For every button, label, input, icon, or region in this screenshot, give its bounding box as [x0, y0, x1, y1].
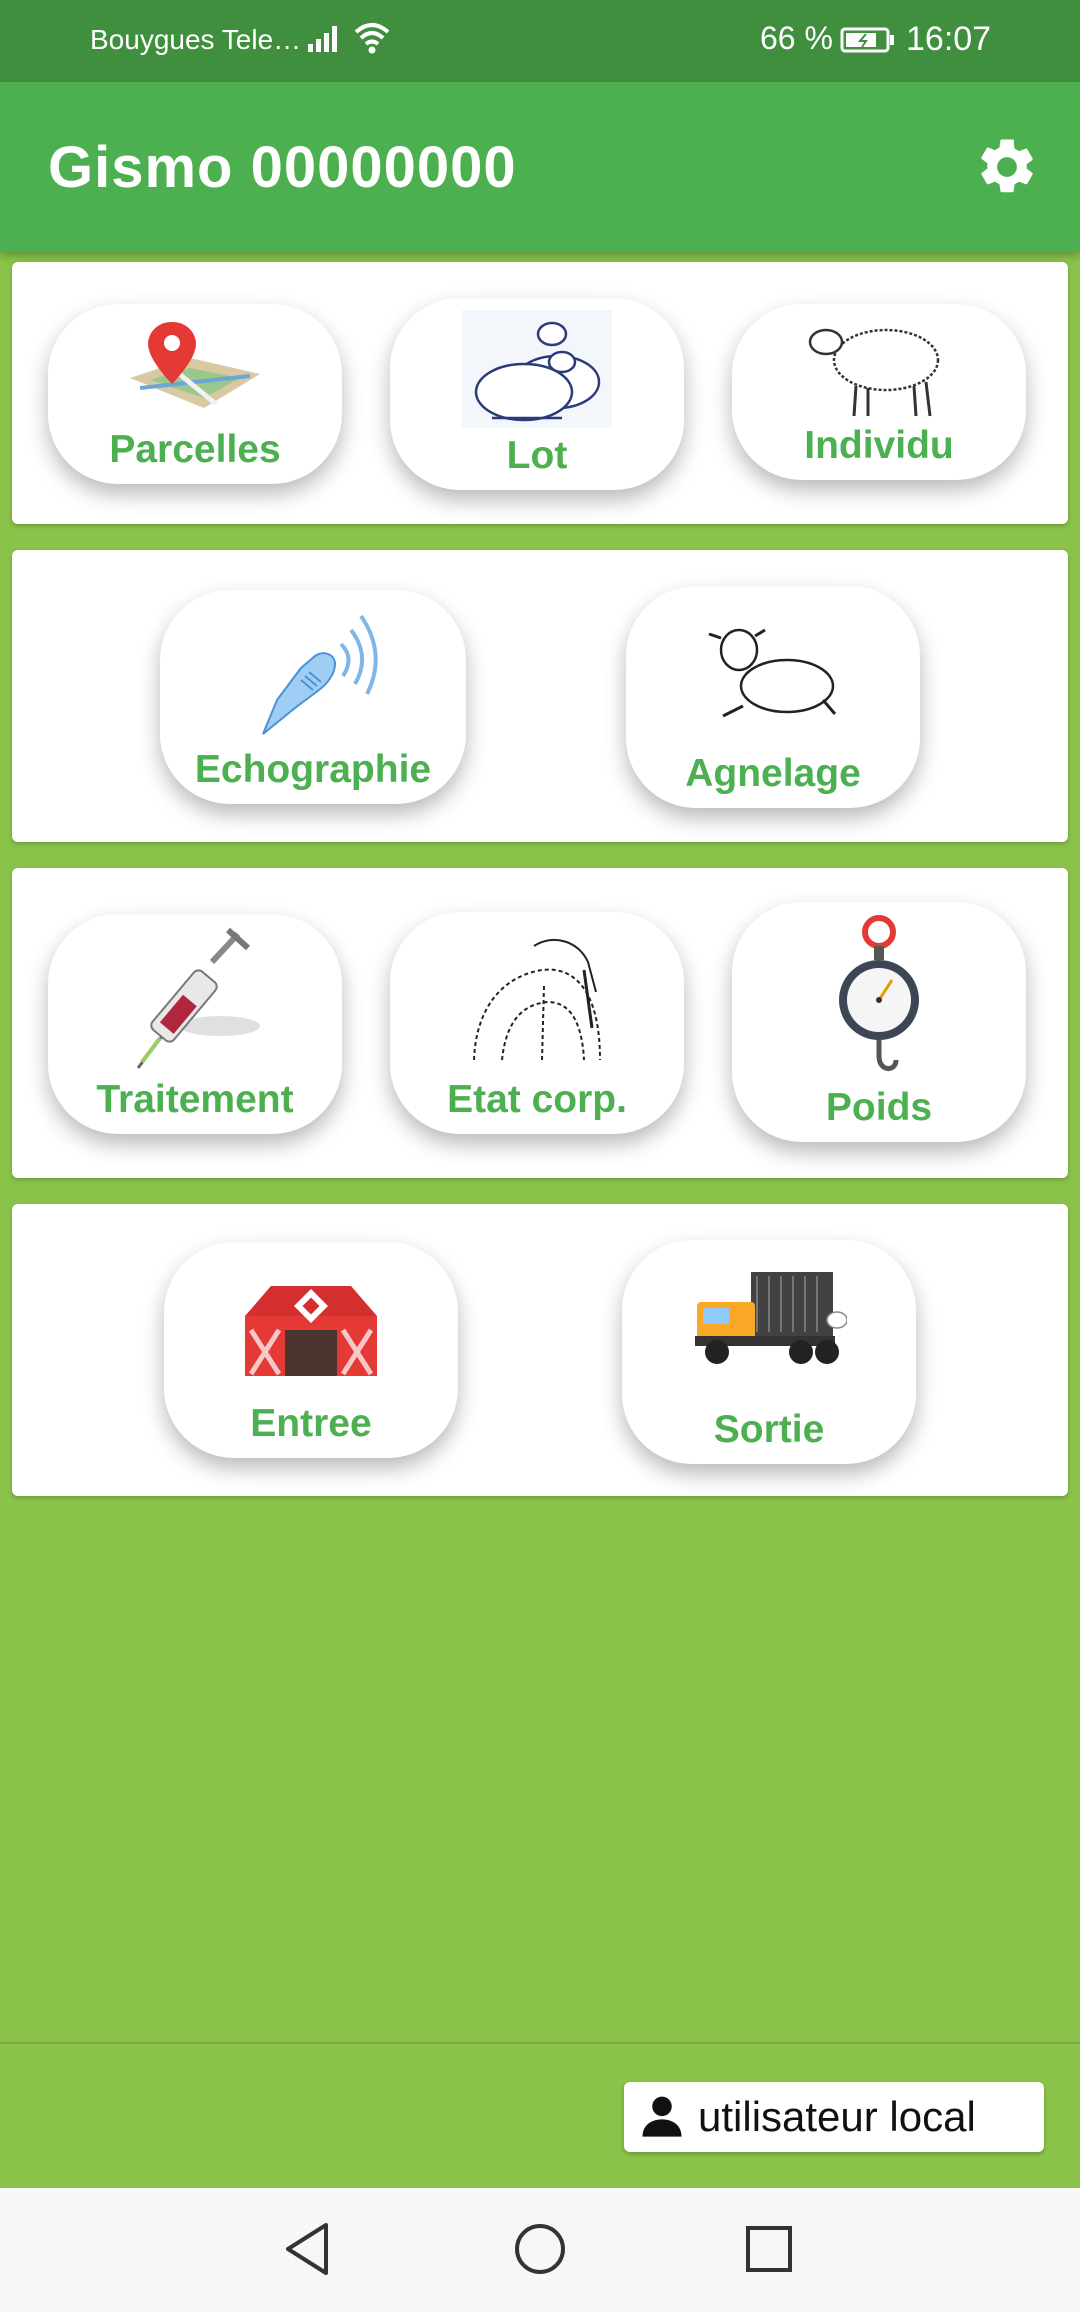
syringe-icon [120, 926, 270, 1081]
tile-parcelles[interactable]: Parcelles [48, 304, 342, 484]
tile-agnelage[interactable]: Agnelage [626, 586, 920, 808]
scale-icon [834, 914, 924, 1087]
recents-icon[interactable] [744, 2220, 794, 2283]
tile-label: Individu [804, 424, 954, 467]
tile-label: Poids [825, 1086, 933, 1129]
battery-percent: 66 % [760, 20, 833, 56]
wifi-icon [352, 20, 392, 64]
gear-icon[interactable] [974, 134, 1040, 200]
tile-label: Agnelage [685, 752, 861, 795]
back-icon[interactable] [282, 2220, 332, 2283]
tile-echographie[interactable]: Echographie [160, 590, 466, 804]
clock: 16:07 [906, 20, 992, 58]
section-card-3: Traitement Etat corp. Poids [12, 868, 1068, 1178]
tile-label: Etat corp. [447, 1078, 627, 1121]
battery-charging-icon [840, 26, 896, 62]
tile-poids[interactable]: Poids [732, 902, 1026, 1142]
tile-label: Traitement [96, 1078, 294, 1121]
body-condition-icon [462, 926, 612, 1069]
section-card-1: Parcelles Lot Individu [12, 262, 1068, 524]
ultrasound-probe-icon [243, 604, 383, 745]
tile-label: Entree [250, 1402, 372, 1445]
tile-sortie[interactable]: Sortie [622, 1240, 916, 1464]
system-nav-bar [0, 2188, 1080, 2312]
user-chip[interactable]: utilisateur local [624, 2082, 1044, 2152]
sheep-icon [804, 312, 954, 427]
person-icon [636, 2089, 688, 2146]
lamb-icon [703, 616, 843, 731]
tile-etat-corp[interactable]: Etat corp. [390, 912, 684, 1134]
signal-icon [306, 22, 342, 62]
sheep-group-icon [462, 310, 612, 433]
tile-label: Echographie [194, 748, 432, 791]
user-name: utilisateur local [698, 2093, 976, 2140]
home-icon[interactable] [512, 2220, 568, 2283]
map-pin-icon [120, 318, 270, 419]
app-title: Gismo 00000000 [48, 135, 517, 200]
section-card-2: Echographie Agnelage [12, 550, 1068, 842]
bottom-divider [0, 2042, 1080, 2044]
status-bar: Bouygues Tele… 66 % 16:07 [0, 0, 1080, 82]
tile-individu[interactable]: Individu [732, 304, 1026, 480]
barn-icon [241, 1278, 381, 1383]
tile-entree[interactable]: Entree [164, 1242, 458, 1458]
tile-traitement[interactable]: Traitement [48, 914, 342, 1134]
carrier-name: Bouygues Tele… [90, 24, 302, 55]
app-bar: Gismo 00000000 [0, 82, 1080, 252]
tile-label: Parcelles [109, 428, 281, 471]
tile-lot[interactable]: Lot [390, 298, 684, 490]
tile-label: Lot [506, 434, 568, 477]
section-card-4: Entree Sortie [12, 1204, 1068, 1496]
tile-label: Sortie [713, 1408, 825, 1451]
truck-icon [691, 1262, 848, 1377]
